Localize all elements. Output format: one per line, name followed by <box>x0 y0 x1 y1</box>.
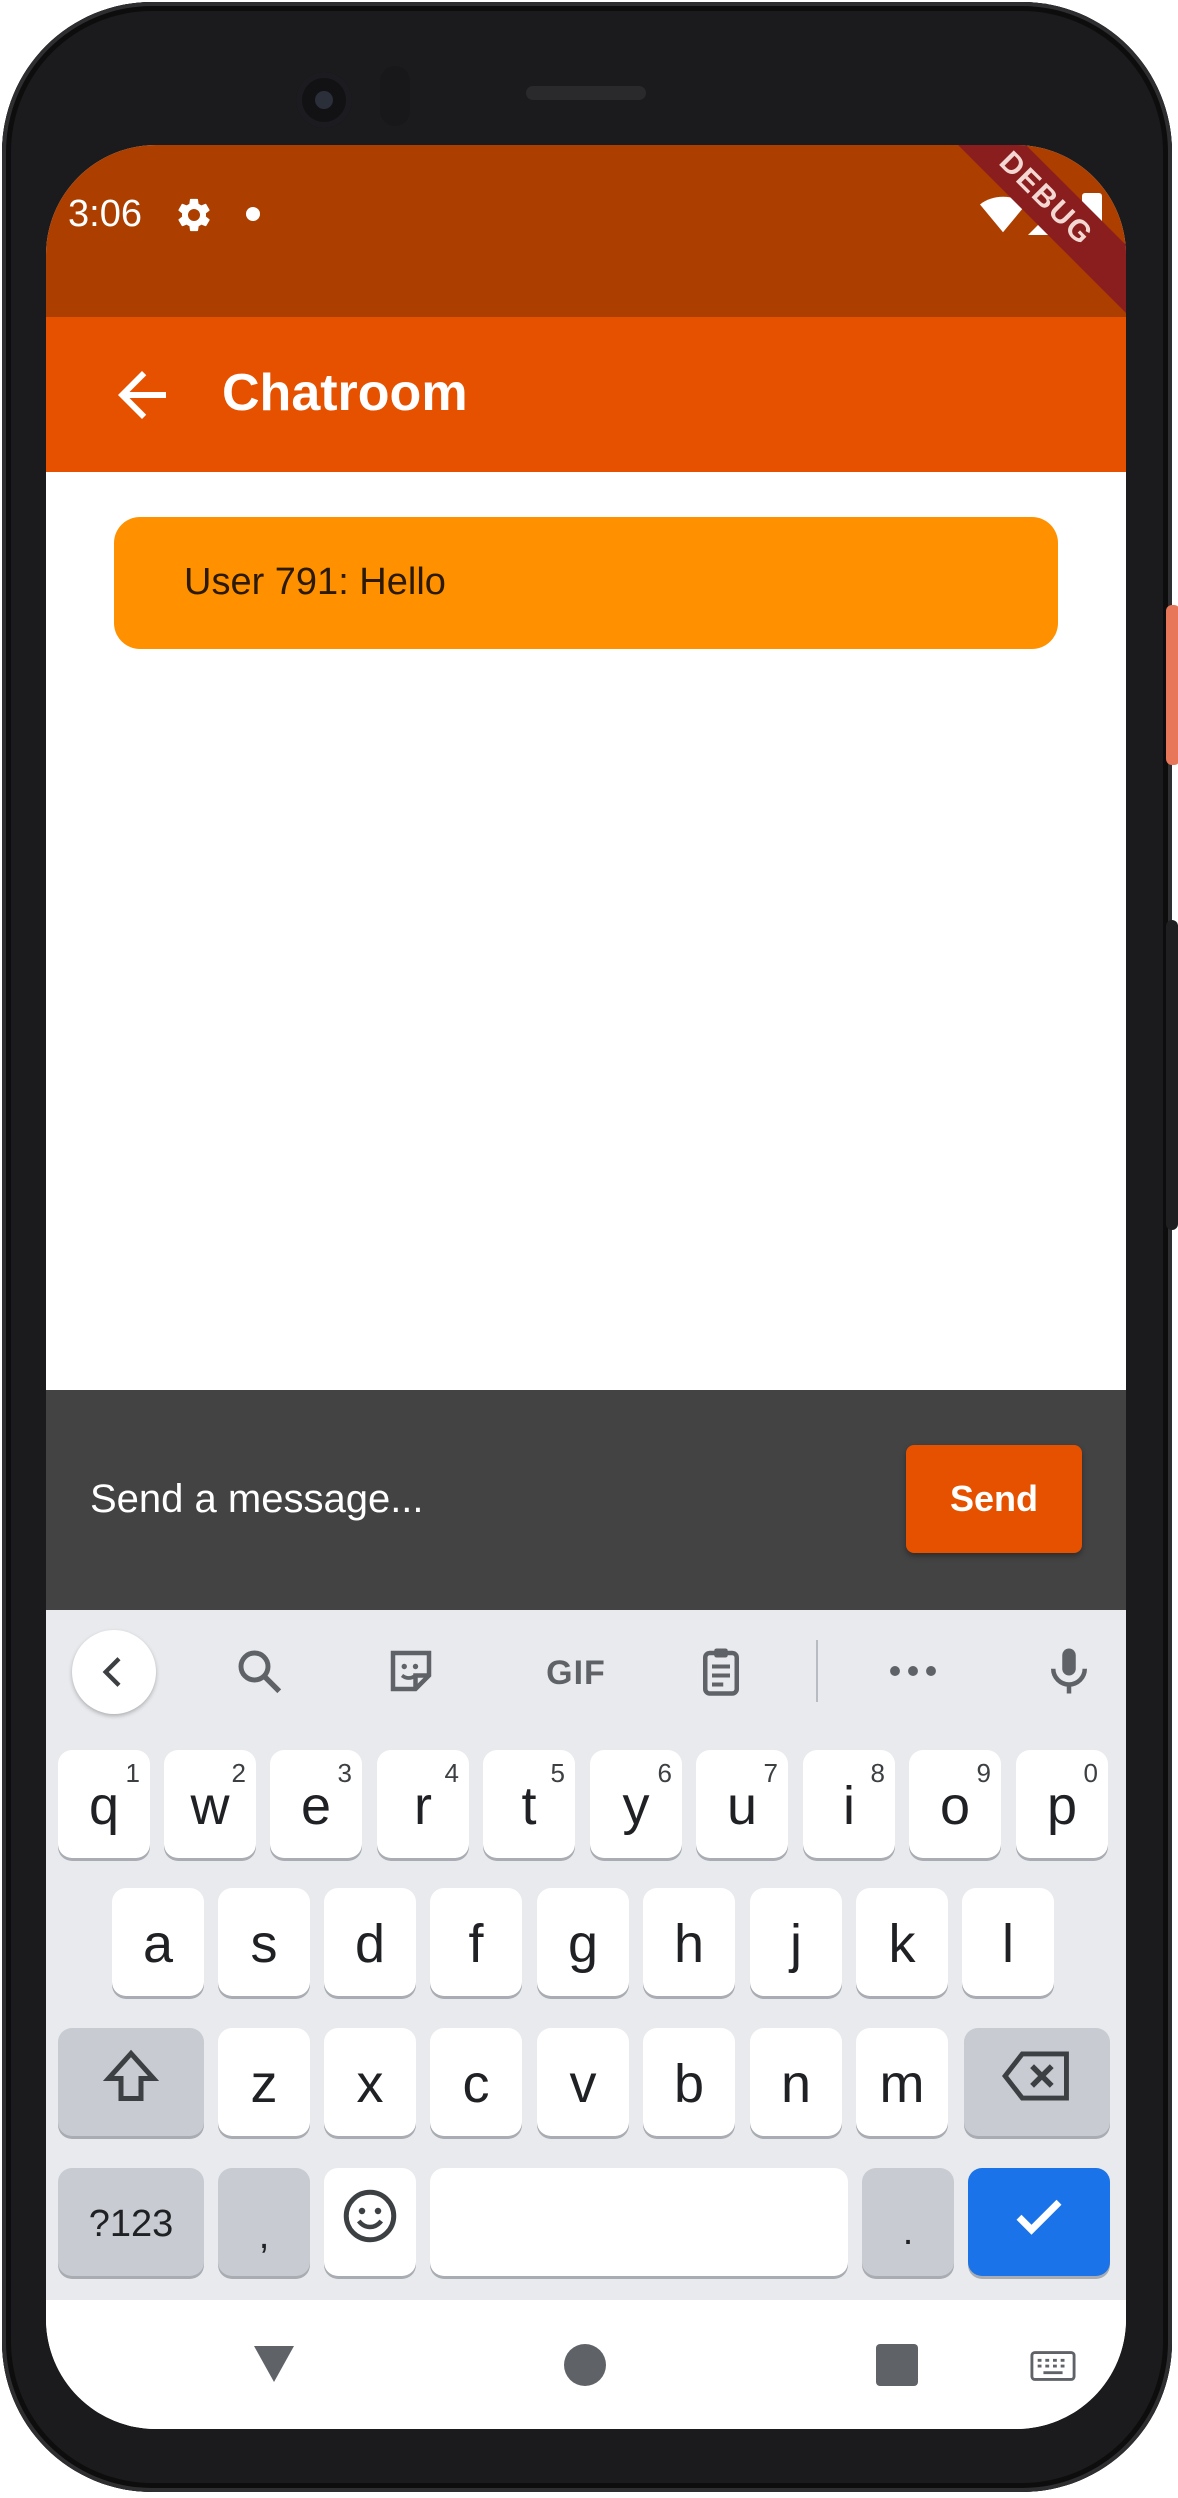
notification-dot-icon <box>246 207 260 221</box>
message-input[interactable] <box>88 1468 872 1530</box>
keyboard-toolbar: GIF <box>46 1610 1126 1730</box>
keyboard-sticker-button[interactable] <box>376 1638 446 1708</box>
emoji-icon <box>340 2186 400 2259</box>
key-v[interactable]: v <box>537 2028 629 2136</box>
key-z[interactable]: z <box>218 2028 310 2136</box>
app-bar: Chatroom <box>46 317 1126 472</box>
nav-back-triangle-icon[interactable] <box>250 2342 298 2391</box>
key-n[interactable]: n <box>750 2028 842 2136</box>
soft-keyboard: GIF q1 w2 e3 r4 t5 y6 u 7 i 8 o 9 p 0 a … <box>46 1610 1126 2300</box>
key-i[interactable]: i8 <box>803 1750 895 1858</box>
key-e[interactable]: e3 <box>270 1750 362 1858</box>
key-l[interactable]: l <box>962 1888 1054 1996</box>
gif-icon: GIF <box>546 1653 606 1692</box>
key-p[interactable]: p0 <box>1016 1750 1108 1858</box>
microphone-icon <box>1042 1644 1096 1703</box>
key-f[interactable]: f <box>430 1888 522 1996</box>
check-icon <box>1009 2186 1069 2259</box>
message-bubble: User 791: Hello <box>114 517 1058 649</box>
clipboard-icon <box>694 1644 748 1703</box>
backspace-key[interactable] <box>964 2028 1110 2136</box>
key-j[interactable]: j <box>750 1888 842 1996</box>
volume-button <box>1166 920 1178 1230</box>
sticker-icon <box>384 1644 438 1703</box>
emoji-key[interactable] <box>324 2168 416 2276</box>
key-a[interactable]: a <box>112 1888 204 1996</box>
key-q[interactable]: q1 <box>58 1750 150 1858</box>
keyboard-switch-icon[interactable] <box>1030 2350 1076 2387</box>
send-button[interactable]: Send <box>906 1445 1082 1553</box>
comma-key[interactable]: , <box>218 2168 310 2276</box>
key-r[interactable]: r4 <box>377 1750 469 1858</box>
keyboard-voice-button[interactable] <box>1034 1638 1104 1708</box>
key-b[interactable]: b <box>643 2028 735 2136</box>
message-composer: Send <box>46 1390 1126 1610</box>
backspace-icon <box>1001 2049 1072 2116</box>
screen: 3:06 DEBUG Chatroom User 791: Hello Send <box>46 145 1126 2429</box>
arrow-back-icon <box>106 371 178 435</box>
space-key[interactable] <box>430 2168 848 2276</box>
settings-gear-icon <box>174 195 214 240</box>
search-icon <box>232 1644 286 1703</box>
key-w[interactable]: w2 <box>164 1750 256 1858</box>
toolbar-divider <box>816 1640 818 1702</box>
nav-recents-icon[interactable] <box>876 2344 918 2386</box>
key-c[interactable]: c <box>430 2028 522 2136</box>
key-t[interactable]: t5 <box>483 1750 575 1858</box>
chevron-left-icon <box>94 1650 134 1699</box>
power-button <box>1166 605 1178 765</box>
status-time: 3:06 <box>68 193 142 235</box>
earpiece-speaker <box>526 86 646 100</box>
message-list[interactable]: User 791: Hello <box>46 472 1126 1390</box>
period-key[interactable]: . <box>862 2168 954 2276</box>
keyboard-clipboard-button[interactable] <box>686 1638 756 1708</box>
key-m[interactable]: m <box>856 2028 948 2136</box>
nav-home-icon[interactable] <box>564 2344 606 2386</box>
key-x[interactable]: x <box>324 2028 416 2136</box>
key-o[interactable]: o9 <box>909 1750 1001 1858</box>
enter-key[interactable] <box>968 2168 1110 2276</box>
key-h[interactable]: h <box>643 1888 735 1996</box>
more-horizontal-icon <box>886 1661 940 1686</box>
front-camera <box>296 72 352 128</box>
keyboard-collapse-button[interactable] <box>72 1630 156 1714</box>
proximity-sensor <box>380 66 410 126</box>
shift-key[interactable] <box>58 2028 204 2136</box>
key-g[interactable]: g <box>537 1888 629 1996</box>
key-y[interactable]: y6 <box>590 1750 682 1858</box>
keyboard-more-button[interactable] <box>878 1638 948 1708</box>
keyboard-search-button[interactable] <box>224 1638 294 1708</box>
page-title: Chatroom <box>222 364 468 422</box>
keyboard-gif-button[interactable]: GIF <box>526 1638 626 1708</box>
key-s[interactable]: s <box>218 1888 310 1996</box>
status-bar: 3:06 DEBUG <box>46 145 1126 323</box>
key-u[interactable]: u7 <box>696 1750 788 1858</box>
system-nav-bar <box>46 2300 1126 2429</box>
symbols-key[interactable]: ?123 <box>58 2168 204 2276</box>
back-button[interactable] <box>106 359 178 431</box>
shift-icon <box>101 2046 161 2119</box>
key-d[interactable]: d <box>324 1888 416 1996</box>
message-text: User 791: Hello <box>184 561 446 603</box>
key-k[interactable]: k <box>856 1888 948 1996</box>
